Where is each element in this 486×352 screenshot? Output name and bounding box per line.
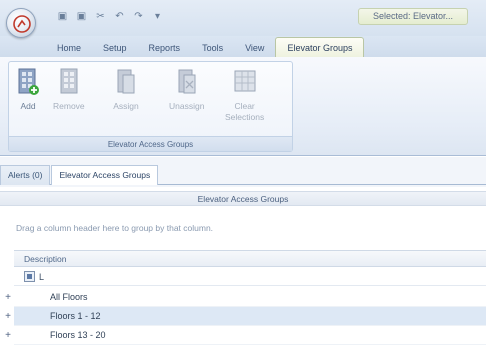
- unassign-icon: [174, 66, 200, 98]
- app-logo-icon: [13, 15, 31, 33]
- table-row[interactable]: + Floors 1 - 12: [0, 306, 486, 326]
- add-label: Add: [20, 101, 36, 111]
- assign-icon: [113, 66, 139, 98]
- save-icon[interactable]: ▣: [56, 10, 69, 23]
- group-by-panel[interactable]: Drag a column header here to group by th…: [0, 216, 486, 240]
- tab-reports[interactable]: Reports: [138, 39, 192, 57]
- unassign-label: Unassign: [169, 101, 205, 111]
- save-all-icon[interactable]: ▣: [75, 10, 88, 23]
- table-row[interactable]: + All Floors: [0, 288, 486, 307]
- cut-icon[interactable]: ✂: [94, 10, 107, 23]
- expand-icon[interactable]: +: [2, 292, 14, 303]
- doc-tab-alerts[interactable]: Alerts (0): [0, 165, 51, 185]
- add-button[interactable]: Add: [15, 66, 41, 112]
- column-header-description[interactable]: Description: [14, 250, 486, 267]
- tab-elevator-groups[interactable]: Elevator Groups: [275, 37, 365, 57]
- tab-tools[interactable]: Tools: [191, 39, 234, 57]
- doc-tab-elevator-access-groups[interactable]: Elevator Access Groups: [51, 165, 159, 185]
- document-tab-strip: Alerts (0) Elevator Access Groups: [0, 157, 486, 187]
- clear-selections-label: Clear Selections: [225, 101, 264, 123]
- clear-label: Clear: [234, 101, 255, 111]
- ribbon-group-caption: Elevator Access Groups: [9, 136, 292, 151]
- quick-access-toolbar: ▣ ▣ ✂ ↶ ↷ ▾: [56, 8, 164, 24]
- tab-setup[interactable]: Setup: [92, 39, 138, 57]
- table-row[interactable]: + Floors 13 - 20: [0, 326, 486, 345]
- row-description: Floors 1 - 12: [14, 306, 486, 326]
- row-description: Floors 13 - 20: [14, 326, 486, 345]
- undo-icon[interactable]: ↶: [113, 10, 126, 23]
- tab-home[interactable]: Home: [46, 39, 92, 57]
- redo-icon[interactable]: ↷: [132, 10, 145, 23]
- clear-selections-button[interactable]: Clear Selections: [225, 66, 264, 123]
- ribbon: Add Remove Assign Unassign Clear Selecti…: [0, 57, 486, 156]
- grid-title: Elevator Access Groups: [0, 191, 486, 206]
- remove-button[interactable]: Remove: [53, 66, 85, 112]
- filter-row[interactable]: L: [14, 268, 486, 286]
- add-icon: [15, 66, 41, 98]
- expand-icon[interactable]: +: [2, 330, 14, 341]
- clear-selections-icon: [232, 66, 258, 98]
- context-title: Selected: Elevator...: [358, 8, 468, 25]
- row-description: All Floors: [14, 288, 486, 307]
- expand-icon[interactable]: +: [2, 311, 14, 322]
- assign-button[interactable]: Assign: [113, 66, 139, 112]
- remove-icon: [56, 66, 82, 98]
- assign-label: Assign: [113, 101, 139, 111]
- filter-icon[interactable]: [24, 271, 35, 282]
- unassign-button[interactable]: Unassign: [169, 66, 204, 112]
- application-menu-button[interactable]: [6, 8, 36, 38]
- remove-label: Remove: [53, 101, 85, 111]
- ribbon-tabs: Home Setup Reports Tools View Elevator G…: [46, 37, 365, 57]
- tab-view[interactable]: View: [234, 39, 275, 57]
- customize-icon[interactable]: ▾: [151, 10, 164, 23]
- selections-label: Selections: [225, 112, 265, 122]
- filter-input[interactable]: L: [39, 272, 44, 282]
- title-bar: ▣ ▣ ✂ ↶ ↷ ▾ Selected: Elevator...: [0, 0, 486, 38]
- ribbon-group-elevator-access-groups: Add Remove Assign Unassign Clear Selecti…: [8, 61, 293, 152]
